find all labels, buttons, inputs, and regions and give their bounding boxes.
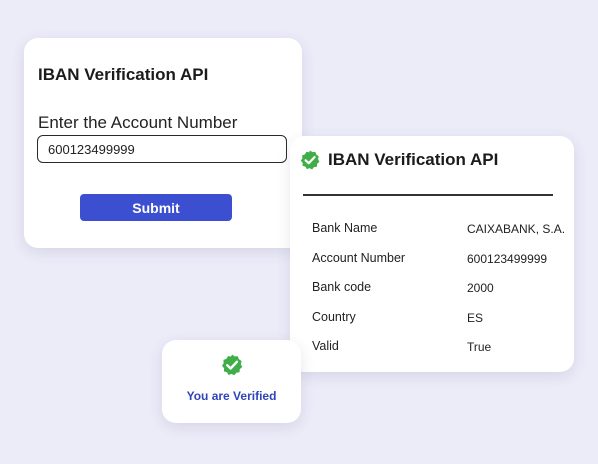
result-divider <box>303 194 553 196</box>
row-value-country: ES <box>467 311 484 325</box>
row-value-account-number: 600123499999 <box>467 252 548 266</box>
verified-check-badge-icon <box>221 354 242 376</box>
verification-result-card: IBAN Verification API Bank Name CAIXABAN… <box>290 136 574 372</box>
result-title: IBAN Verification API <box>328 150 499 169</box>
row-label-bank-name: Bank Name <box>312 221 378 235</box>
row-label-account-number: Account Number <box>312 251 406 265</box>
row-value-bank-name: CAIXABANK, S.A. <box>467 222 566 236</box>
verified-status-text: You are Verified <box>186 389 277 403</box>
account-number-input[interactable] <box>37 135 287 163</box>
verified-status-card: You are Verified <box>162 340 301 423</box>
iban-form-card: IBAN Verification API Enter the Account … <box>24 38 302 248</box>
result-header: IBAN Verification API <box>299 149 498 171</box>
row-label-valid: Valid <box>312 339 339 353</box>
verified-check-badge-icon <box>300 150 320 170</box>
row-label-bank-code: Bank code <box>312 280 372 294</box>
submit-button[interactable]: Submit <box>80 194 232 221</box>
row-value-bank-code: 2000 <box>467 281 494 295</box>
account-number-label: Enter the Account Number <box>38 113 238 132</box>
row-label-country: Country <box>312 310 356 324</box>
form-title: IBAN Verification API <box>38 65 209 84</box>
row-value-valid: True <box>467 340 492 354</box>
